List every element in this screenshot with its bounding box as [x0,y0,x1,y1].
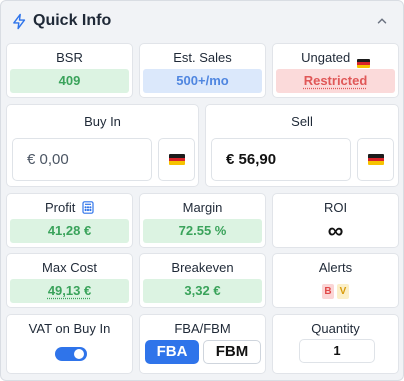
sell-input[interactable]: € 56,90 [211,138,351,181]
fba-option[interactable]: FBA [145,340,199,364]
vat-toggle[interactable] [55,347,87,361]
bsr-value: 409 [10,69,129,93]
breakeven-value: 3,32 € [143,279,262,303]
buy-in-value: € 0,00 [27,151,69,168]
ungated-label: Ungated [301,50,351,65]
ungated-card: Ungated Restricted [272,43,399,98]
ungated-status-value[interactable]: Restricted [276,69,395,93]
buy-in-marketplace-button[interactable] [158,138,195,181]
alerts-badges: B V [273,284,398,299]
max-cost-card: Max Cost 49,13 € [6,253,133,308]
germany-flag-icon [168,154,185,165]
bolt-icon [11,13,28,30]
quantity-card: Quantity 1 [272,314,399,374]
sell-marketplace-button[interactable] [357,138,394,181]
panel-header[interactable]: Quick Info [1,1,403,41]
ungated-label-row: Ungated [273,50,398,68]
margin-value: 72.55 % [143,219,262,243]
est-sales-label: Est. Sales [173,50,232,65]
breakeven-label: Breakeven [171,260,234,275]
fbm-option[interactable]: FBM [203,340,261,364]
profit-value: 41,28 € [10,219,129,243]
bsr-card: BSR 409 [6,43,133,98]
roi-card: ROI ∞ [272,193,399,248]
buy-in-input[interactable]: € 0,00 [12,138,152,181]
margin-card: Margin 72.55 % [139,193,266,248]
alerts-card: Alerts B V [272,253,399,308]
bsr-label: BSR [56,50,83,65]
chevron-up-icon[interactable] [375,14,389,28]
profit-label: Profit [45,200,76,215]
quantity-label: Quantity [311,321,360,336]
roi-label: ROI [323,200,348,215]
est-sales-card: Est. Sales 500+/mo [139,43,266,98]
sell-label: Sell [291,114,313,129]
buy-in-label: Buy In [84,114,121,129]
profit-label-row: Profit [7,200,132,217]
roi-value: ∞ [327,218,344,243]
breakeven-card: Breakeven 3,32 € [139,253,266,308]
calculator-icon[interactable] [82,201,94,217]
germany-flag-icon [367,154,384,165]
est-sales-value: 500+/mo [143,69,262,93]
alerts-label: Alerts [318,260,353,275]
vat-label: VAT on Buy In [28,321,111,336]
alert-badge-v[interactable]: V [337,284,349,299]
sell-card: Sell € 56,90 [205,104,399,187]
margin-label: Margin [182,200,223,215]
profit-card: Profit 41,28 € [6,193,133,248]
fulfillment-label: FBA/FBM [174,321,231,336]
alert-badge-b[interactable]: B [322,284,334,299]
fulfillment-card: FBA/FBM FBA FBM [139,314,266,374]
sell-value: € 56,90 [226,151,277,168]
vat-card: VAT on Buy In [6,314,133,374]
quantity-input[interactable]: 1 [299,339,375,363]
panel-title: Quick Info [33,12,112,29]
toggle-knob [74,349,84,359]
max-cost-value[interactable]: 49,13 € [10,279,129,303]
max-cost-label: Max Cost [42,260,97,275]
quick-info-panel: Quick Info BSR 409 Est. Sales 500+/mo Un… [0,0,404,381]
germany-flag-icon [356,59,370,68]
buy-in-card: Buy In € 0,00 [6,104,199,187]
